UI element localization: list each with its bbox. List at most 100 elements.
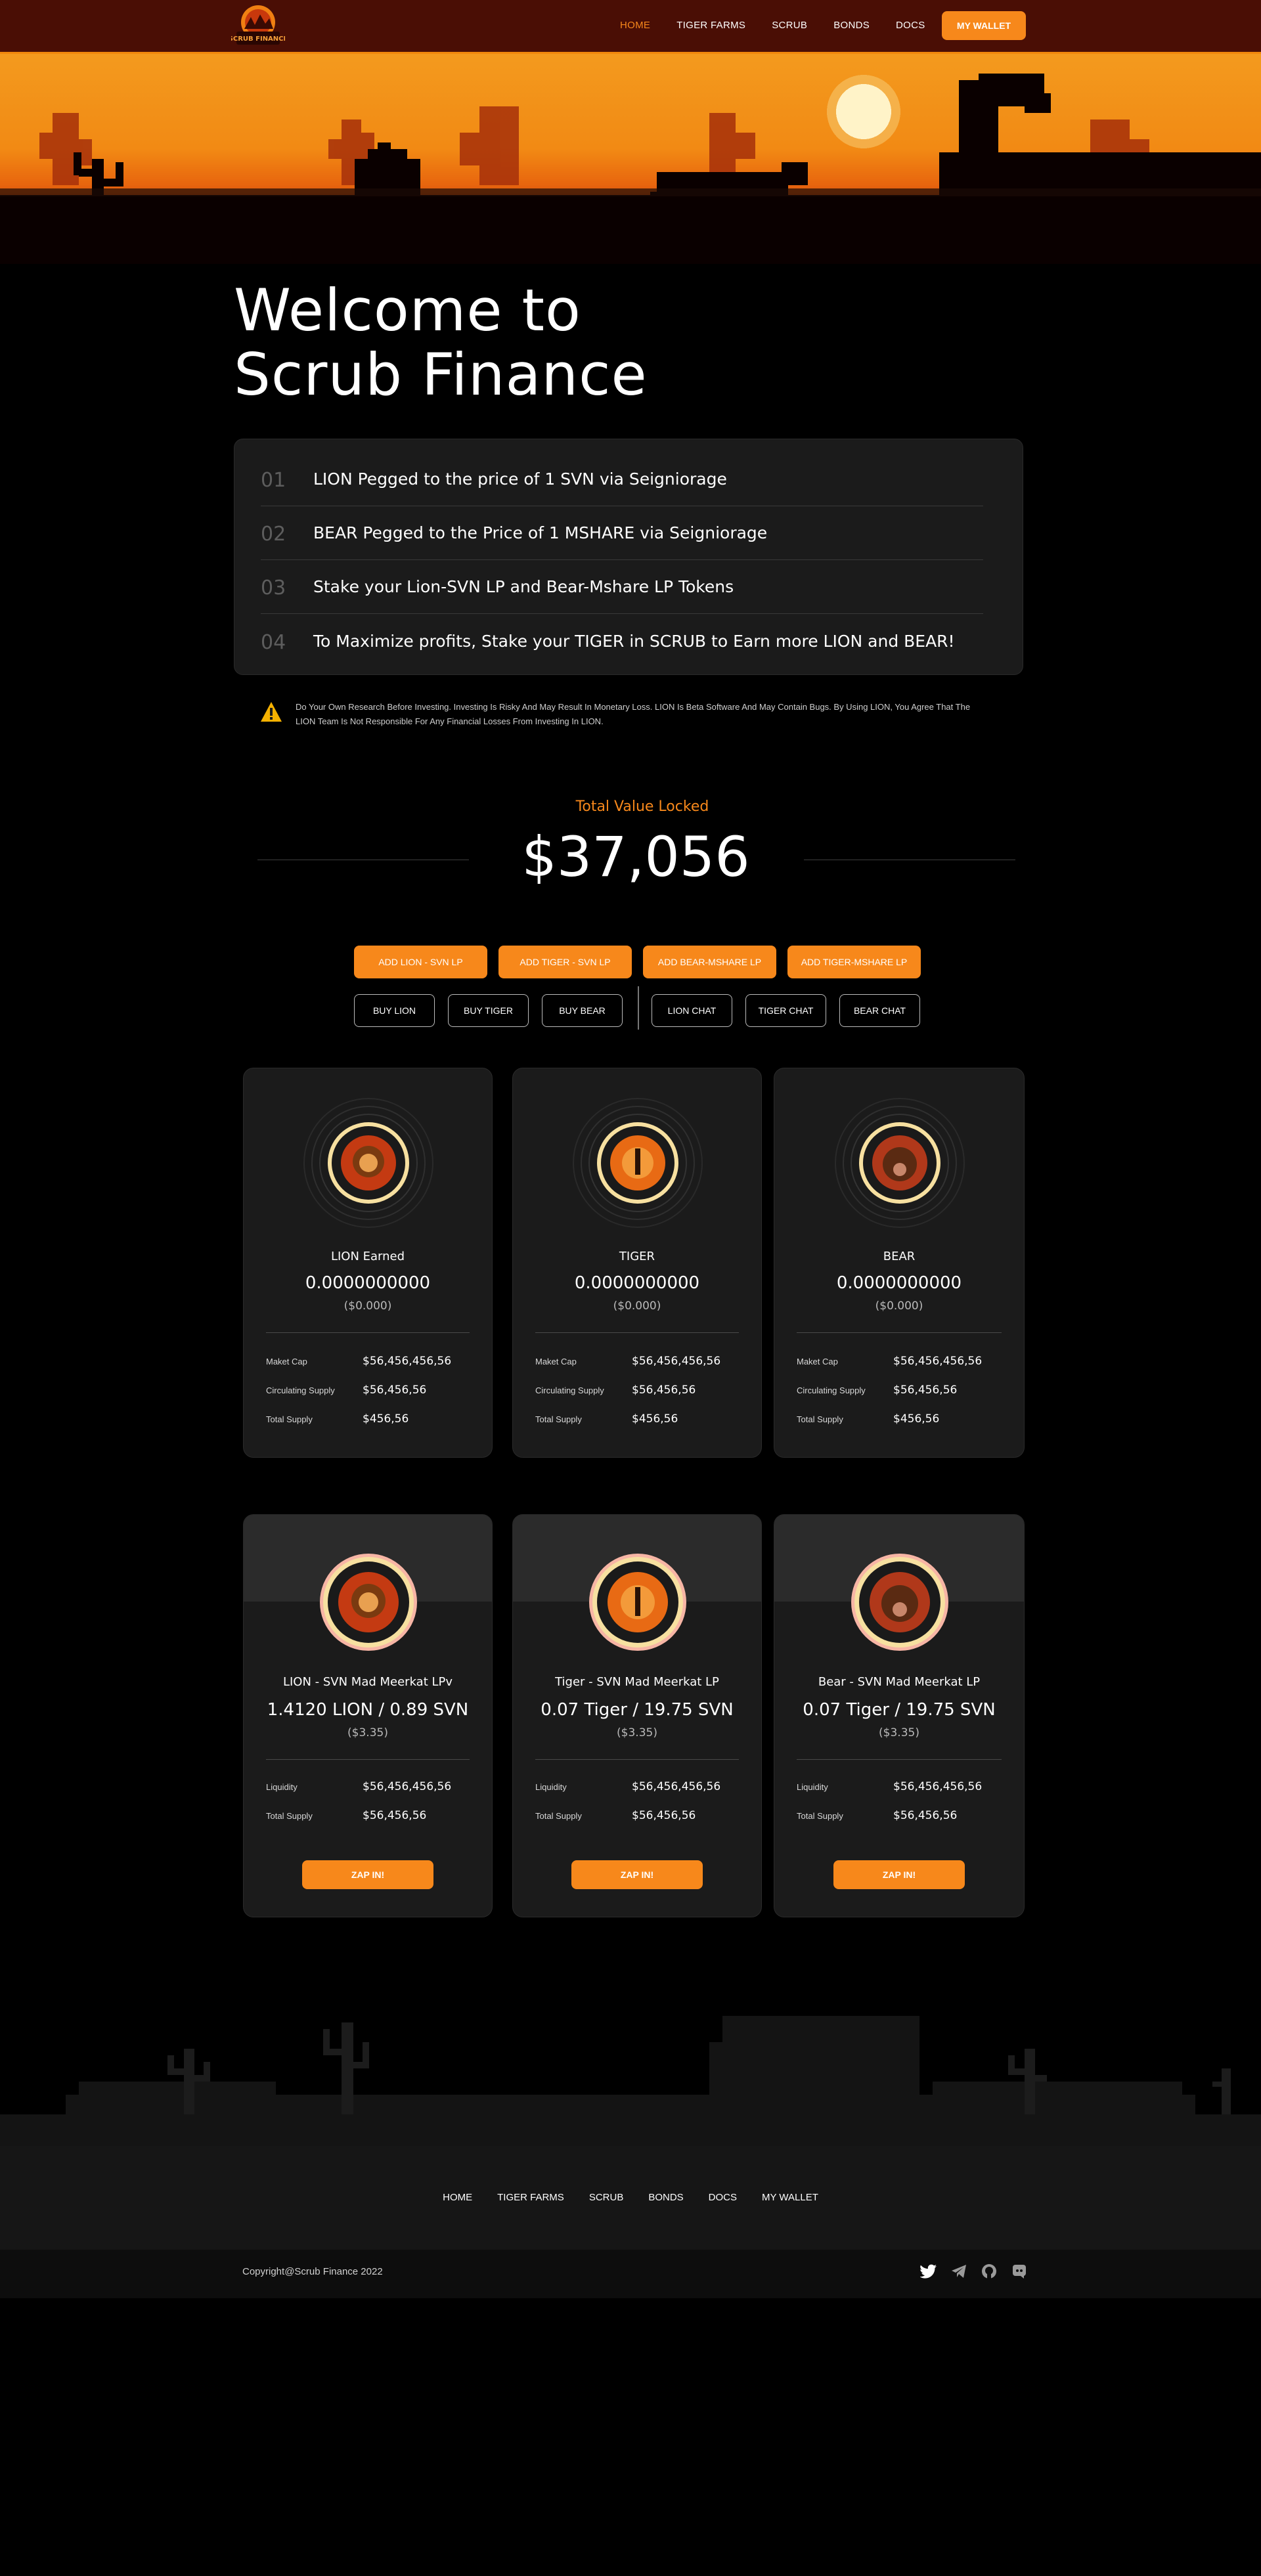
stat-key: Liquidity <box>797 1781 828 1792</box>
footer-nav-home[interactable]: HOME <box>443 2192 472 2203</box>
buy-buttons: BUY LION BUY TIGER BUY BEAR <box>354 994 623 1027</box>
main-nav: HOME TIGER FARMS SCRUB BONDS DOCS <box>620 20 952 31</box>
title-line-2: Scrub Finance <box>234 341 648 408</box>
lion-avatar-icon <box>320 1554 417 1651</box>
stat-row: Total Supply $456,56 <box>266 1412 479 1426</box>
telegram-icon[interactable] <box>950 2262 968 2281</box>
tiger-avatar-icon <box>589 1554 686 1651</box>
stat-key: Liquidity <box>266 1781 298 1792</box>
lp-amount: 1.4120 LION / 0.89 SVN <box>267 1700 469 1720</box>
scrub-finance-logo[interactable]: SCRUB FINANCE <box>229 3 288 50</box>
stat-row: Maket Cap $56,456,456,56 <box>797 1355 1011 1368</box>
footer-nav-scrub[interactable]: SCRUB <box>589 2192 624 2203</box>
token-amount: 0.0000000000 <box>836 1273 962 1293</box>
nav-bonds[interactable]: BONDS <box>833 20 870 31</box>
card-divider <box>797 1759 1002 1760</box>
nav-tiger-farms[interactable]: TIGER FARMS <box>676 20 745 31</box>
stat-key: Total Supply <box>535 1810 582 1821</box>
twitter-icon[interactable] <box>919 2262 938 2281</box>
add-bear-mshare-lp-button[interactable]: ADD BEAR-MSHARE LP <box>643 946 776 978</box>
buy-bear-button[interactable]: BUY BEAR <box>542 994 623 1027</box>
disclaimer-text: Do Your Own Research Before Investing. I… <box>296 702 971 726</box>
footer-nav-bonds[interactable]: BONDS <box>648 2192 683 2203</box>
zap-in-button[interactable]: ZAP IN! <box>571 1860 703 1889</box>
stat-value: $56,456,56 <box>632 1384 696 1397</box>
lp-label: LION - SVN Mad Meerkat LPv <box>282 1675 453 1689</box>
add-tiger-svn-lp-button[interactable]: ADD TIGER - SVN LP <box>498 946 632 978</box>
lp-label: Bear - SVN Mad Meerkat LP <box>818 1675 981 1689</box>
stat-value: $56,456,456,56 <box>893 1780 983 1793</box>
footer-nav-my-wallet[interactable]: MY WALLET <box>762 2192 818 2203</box>
card-divider <box>797 1332 1002 1333</box>
step-number: 01 <box>261 469 286 492</box>
stat-value: $56,456,56 <box>893 1809 958 1822</box>
token-label: BEAR <box>883 1250 916 1263</box>
step-text: BEAR Pegged to the Price of 1 MSHARE via… <box>313 523 768 542</box>
token-amount: 0.0000000000 <box>574 1273 700 1293</box>
lp-card-bear-svn: Bear - SVN Mad Meerkat LP 0.07 Tiger / 1… <box>774 1514 1025 1917</box>
buy-lion-button[interactable]: BUY LION <box>354 994 435 1027</box>
stat-value: $56,456,56 <box>893 1384 958 1397</box>
step-item: 02 BEAR Pegged to the Price of 1 MSHARE … <box>261 506 983 560</box>
stat-value: $56,456,456,56 <box>632 1355 721 1368</box>
add-lion-svn-lp-button[interactable]: ADD LION - SVN LP <box>354 946 487 978</box>
top-navbar: SCRUB FINANCE HOME TIGER FARMS SCRUB BON… <box>0 0 1261 54</box>
step-text: Stake your Lion-SVN LP and Bear-Mshare L… <box>313 577 734 596</box>
copyright-text: Copyright@Scrub Finance 2022 <box>242 2266 383 2277</box>
stat-value: $56,456,456,56 <box>363 1780 452 1793</box>
lp-label: Tiger - SVN Mad Meerkat LP <box>555 1675 719 1689</box>
stat-key: Total Supply <box>266 1414 313 1424</box>
lion-chat-button[interactable]: LION CHAT <box>652 994 732 1027</box>
stat-key: Total Supply <box>797 1414 843 1424</box>
stat-row: Liquidity $56,456,456,56 <box>797 1780 1011 1793</box>
footer-bottom-bar <box>0 2250 1261 2298</box>
stat-value: $456,56 <box>363 1412 409 1426</box>
step-text: To Maximize profits, Stake your TIGER in… <box>313 631 955 651</box>
zap-in-button[interactable]: ZAP IN! <box>302 1860 433 1889</box>
add-tiger-mshare-lp-button[interactable]: ADD TIGER-MSHARE LP <box>787 946 921 978</box>
stat-value: $56,456,456,56 <box>893 1355 983 1368</box>
stat-value: $56,456,56 <box>363 1384 427 1397</box>
token-label: LION Earned <box>330 1250 405 1263</box>
token-card-lion: LION Earned 0.0000000000 ($0.000) Maket … <box>243 1068 493 1458</box>
github-icon[interactable] <box>980 2262 998 2281</box>
title-line-1: Welcome to <box>234 276 581 344</box>
bear-avatar-icon <box>835 1098 965 1228</box>
nav-docs[interactable]: DOCS <box>896 20 925 31</box>
lp-amount: 0.07 Tiger / 19.75 SVN <box>803 1700 996 1720</box>
token-usd: ($0.000) <box>343 1299 392 1313</box>
tvl-value: $37,056 <box>521 825 750 889</box>
token-usd: ($0.000) <box>875 1299 923 1313</box>
lp-usd: ($3.35) <box>347 1726 388 1739</box>
card-divider <box>266 1332 470 1333</box>
bear-chat-button[interactable]: BEAR CHAT <box>839 994 920 1027</box>
steps-panel: 01 LION Pegged to the price of 1 SVN via… <box>234 439 1023 675</box>
stat-row: Liquidity $56,456,456,56 <box>266 1780 479 1793</box>
stat-key: Total Supply <box>266 1810 313 1821</box>
stat-row: Circulating Supply $56,456,56 <box>797 1384 1011 1397</box>
stat-key: Maket Cap <box>797 1356 838 1366</box>
buy-tiger-button[interactable]: BUY TIGER <box>448 994 529 1027</box>
footer-nav-tiger-farms[interactable]: TIGER FARMS <box>497 2192 564 2203</box>
my-wallet-button[interactable]: MY WALLET <box>942 11 1026 40</box>
footer-nav: HOME TIGER FARMS SCRUB BONDS DOCS MY WAL… <box>0 2192 1261 2203</box>
discord-icon[interactable] <box>1010 2262 1029 2281</box>
page-title: Welcome to Scrub Finance <box>234 278 648 407</box>
footer-nav-docs[interactable]: DOCS <box>709 2192 737 2203</box>
token-card-tiger: TIGER 0.0000000000 ($0.000) Maket Cap $56… <box>512 1068 762 1458</box>
tiger-chat-button[interactable]: TIGER CHAT <box>745 994 826 1027</box>
social-links <box>919 2262 1029 2281</box>
step-item: 01 LION Pegged to the price of 1 SVN via… <box>261 452 983 506</box>
footer-pixel-art <box>0 2003 1261 2147</box>
lp-amount: 0.07 Tiger / 19.75 SVN <box>541 1700 734 1720</box>
stat-value: $456,56 <box>632 1412 678 1426</box>
zap-in-button[interactable]: ZAP IN! <box>833 1860 965 1889</box>
step-item: 04 To Maximize profits, Stake your TIGER… <box>261 614 983 668</box>
stat-key: Total Supply <box>535 1414 582 1424</box>
card-divider <box>535 1332 739 1333</box>
nav-scrub[interactable]: SCRUB <box>772 20 807 31</box>
nav-home[interactable]: HOME <box>620 20 650 31</box>
tvl-label: Total Value Locked <box>575 798 709 815</box>
stat-row: Circulating Supply $56,456,56 <box>266 1384 479 1397</box>
stat-key: Liquidity <box>535 1781 567 1792</box>
